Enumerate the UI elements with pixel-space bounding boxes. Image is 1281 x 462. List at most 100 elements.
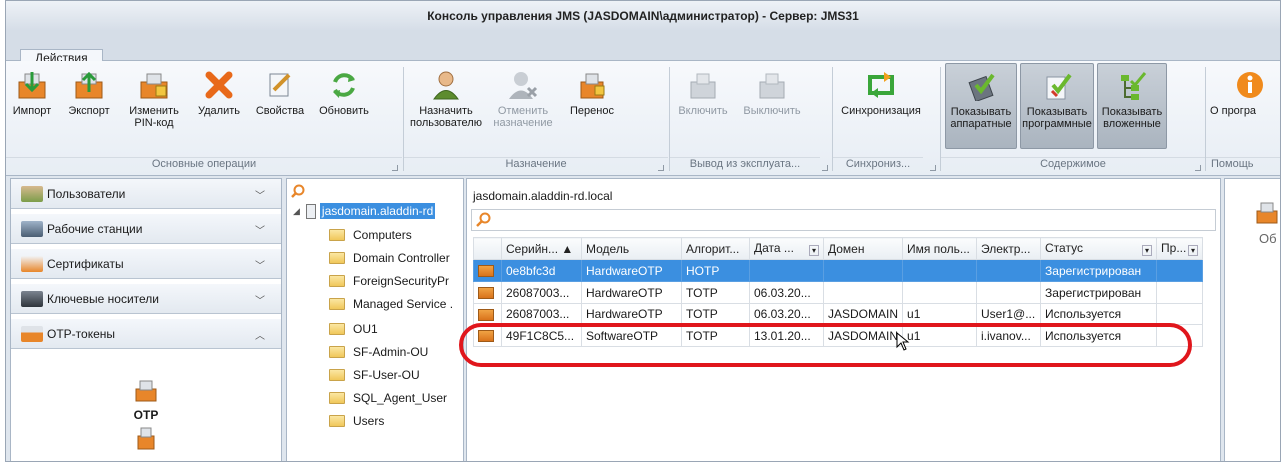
- otp-label: OTP: [133, 408, 159, 422]
- tree-node[interactable]: Managed Service .: [329, 294, 453, 314]
- tree-node[interactable]: Domain Controller: [329, 248, 450, 268]
- refresh-button[interactable]: Обновить: [311, 69, 377, 117]
- tree-node[interactable]: SF-User-OU: [329, 365, 420, 385]
- column-header-model[interactable]: Модель: [581, 237, 682, 260]
- enable-button[interactable]: Включить: [672, 69, 734, 117]
- window-title: Консоль управления JMS (JASDOMAIN\админи…: [6, 1, 1280, 31]
- folder-icon: [329, 252, 345, 264]
- tree-node[interactable]: ForeignSecurityPr: [329, 271, 449, 291]
- filter-icon[interactable]: ▾: [1188, 245, 1199, 256]
- otp-token-icon: [478, 287, 494, 300]
- ribbon-tab-row: Действия: [6, 31, 1280, 65]
- tree-node[interactable]: Users: [329, 411, 384, 431]
- change-pin-button[interactable]: Изменить PIN-код: [124, 69, 184, 129]
- disable-token-icon: [756, 69, 788, 101]
- nav-item-key-media[interactable]: Ключевые носители ﹀: [11, 284, 281, 314]
- group-launcher-icon[interactable]: [822, 165, 828, 171]
- refresh-icon: [328, 69, 360, 101]
- disable-button[interactable]: Выключить: [736, 69, 808, 117]
- otp-category-item[interactable]: OTP: [11, 379, 281, 453]
- export-button[interactable]: Экспорт: [61, 69, 117, 117]
- group-separator: [669, 67, 670, 171]
- properties-button[interactable]: Свойства: [252, 69, 308, 117]
- sync-button[interactable]: Синхронизация: [836, 69, 926, 117]
- tree-search[interactable]: [291, 181, 305, 201]
- grid-title: jasdomain.aladdin-rd.local: [473, 189, 613, 203]
- group-launcher-icon[interactable]: [930, 165, 936, 171]
- tree-root-node[interactable]: ◢ jasdomain.aladdin-rd: [293, 201, 436, 221]
- tree-node[interactable]: SQL_Agent_User: [329, 388, 447, 408]
- transfer-button[interactable]: Перенос: [560, 69, 624, 117]
- chevron-up-icon: ︿: [255, 331, 265, 342]
- column-header-username[interactable]: Имя поль...: [902, 237, 978, 260]
- column-header-algorithm[interactable]: Алгорит...: [681, 237, 750, 260]
- unassign-button[interactable]: Отменить назначение: [487, 69, 559, 129]
- table-header-row: Серийн... ▲ Модель Алгорит... Дата ... ▾…: [473, 237, 1204, 260]
- export-icon: [73, 69, 105, 101]
- group-launcher-icon[interactable]: [658, 165, 664, 171]
- group-decommission: Вывод из эксплуата...: [670, 157, 820, 173]
- otp-token-icon: [21, 325, 43, 342]
- filter-icon[interactable]: ▾: [808, 245, 819, 256]
- import-button[interactable]: Импорт: [8, 69, 56, 117]
- tree-node[interactable]: OU1: [329, 319, 378, 339]
- table-row[interactable]: 0e8bfc3d HardwareOTP HOTP Зарегистрирован: [473, 259, 1204, 282]
- details-pane: Об: [1224, 178, 1280, 461]
- assign-user-button[interactable]: Назначить пользователю: [406, 69, 486, 129]
- nav-item-certificates[interactable]: Сертификаты ﹀: [11, 249, 281, 279]
- certificate-icon: [21, 255, 43, 272]
- group-help: Помощь: [1206, 157, 1280, 173]
- table-row[interactable]: 26087003... HardwareOTP TOTP 06.03.20... JAS…: [473, 303, 1204, 325]
- group-assignment: Назначение: [404, 157, 668, 173]
- user-icon: [430, 69, 462, 101]
- otp-token-icon: [478, 330, 494, 343]
- mouse-cursor-icon: [896, 332, 910, 351]
- search-icon: [291, 184, 305, 198]
- folder-icon: [329, 392, 345, 404]
- folder-icon: [329, 323, 345, 335]
- show-software-toggle[interactable]: Показывать программные: [1020, 63, 1094, 149]
- otp-token-icon: [478, 308, 494, 321]
- nav-item-workstations[interactable]: Рабочие станции ﹀: [11, 214, 281, 244]
- column-header-extra[interactable]: Пр... ▾: [1156, 237, 1204, 260]
- nested-tree-icon: [1116, 70, 1148, 102]
- details-label: Об: [1259, 231, 1277, 246]
- filter-icon[interactable]: ▾: [1142, 245, 1153, 256]
- key-media-icon: [21, 290, 43, 307]
- column-header-domain[interactable]: Домен: [822, 237, 904, 260]
- tree-node[interactable]: Computers: [329, 225, 412, 245]
- grid-search-input[interactable]: [471, 209, 1216, 231]
- column-header-serial[interactable]: Серийн... ▲: [501, 237, 582, 260]
- table-row[interactable]: 49F1C8C5... SoftwareOTP TOTP 13.01.20... JAS…: [473, 324, 1204, 347]
- about-button[interactable]: О програ: [1210, 69, 1280, 117]
- otp-token-icon: [135, 380, 157, 402]
- token-grid-panel: jasdomain.aladdin-rd.local Серийн... ▲ М…: [466, 178, 1221, 461]
- navigation-pane: Пользователи ﹀ Рабочие станции ﹀ Сертифи…: [10, 178, 282, 461]
- folder-icon: [329, 298, 345, 310]
- collapse-icon: ◢: [293, 205, 300, 216]
- nav-item-otp-tokens[interactable]: OTP-токены ︿: [11, 319, 281, 349]
- show-hardware-toggle[interactable]: Показывать аппаратные: [945, 63, 1017, 149]
- group-launcher-icon[interactable]: [392, 165, 398, 171]
- tree-node[interactable]: SF-Admin-OU: [329, 342, 428, 362]
- transfer-icon: [576, 69, 608, 101]
- hardware-token-icon: [965, 70, 997, 102]
- token-table: Серийн... ▲ Модель Алгорит... Дата ... ▾…: [473, 237, 1204, 347]
- column-header-email[interactable]: Электр...: [976, 237, 1042, 260]
- folder-icon: [329, 369, 345, 381]
- group-launcher-icon[interactable]: [1195, 165, 1201, 171]
- folder-icon: [329, 415, 345, 427]
- column-header-status[interactable]: Статус ▾: [1040, 237, 1158, 260]
- software-token-icon: [1041, 70, 1073, 102]
- header-icon-col: [473, 237, 502, 260]
- app-window: Консоль управления JMS (JASDOMAIN\админи…: [5, 0, 1281, 462]
- table-row[interactable]: 26087003... HardwareOTP TOTP 06.03.20... Зар…: [473, 281, 1204, 304]
- show-nested-toggle[interactable]: Показывать вложенные: [1097, 63, 1167, 149]
- column-header-date[interactable]: Дата ... ▾: [749, 237, 824, 260]
- nav-item-users[interactable]: Пользователи ﹀: [11, 179, 281, 209]
- otp-token-icon: [1256, 202, 1278, 224]
- info-icon: [1234, 69, 1266, 101]
- delete-button[interactable]: Удалить: [191, 69, 247, 117]
- group-separator: [1205, 67, 1206, 171]
- user-remove-icon: [507, 69, 539, 101]
